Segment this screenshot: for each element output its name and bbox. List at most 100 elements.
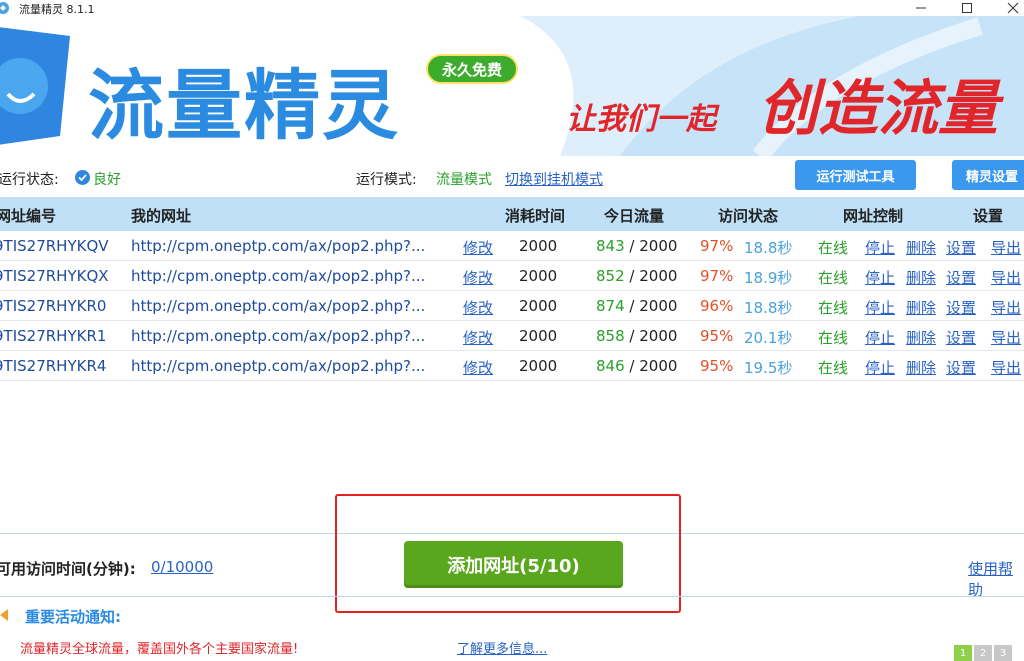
url-text: http://cpm.oneptp.com/ax/pop2.php?... (131, 267, 426, 285)
more-info-link[interactable]: 了解更多信息... (457, 638, 547, 657)
delete-link[interactable]: 删除 (906, 297, 936, 318)
switch-mode-link[interactable]: 切换到挂机模式 (505, 169, 603, 189)
export-link[interactable]: 导出 (991, 237, 1021, 258)
minimize-icon (916, 7, 926, 9)
edit-link[interactable]: 修改 (463, 357, 493, 378)
url-text: http://cpm.oneptp.com/ax/pop2.php?... (131, 297, 426, 315)
today-traffic: 874 / 2000 (596, 297, 677, 315)
today-total: / 2000 (629, 357, 678, 375)
stop-link[interactable]: 停止 (865, 327, 895, 348)
today-total: / 2000 (629, 327, 678, 345)
banner: 流量精灵 永久免费 让我们一起 创造流量 (0, 16, 1024, 156)
online-status: 在线 (818, 329, 849, 347)
run-mode-value: 流量模式 (436, 172, 492, 188)
settings-button[interactable]: 精灵设置 (952, 160, 1024, 190)
today-total: / 2000 (629, 297, 678, 315)
export-link[interactable]: 导出 (991, 267, 1021, 288)
col-header-id: 网址编号 (0, 207, 57, 225)
visit-time: 19.5秒 (744, 359, 793, 377)
cost-value: 2000 (519, 267, 558, 285)
today-used: 852 (596, 267, 625, 285)
today-traffic: 846 / 2000 (596, 357, 677, 375)
delete-link[interactable]: 删除 (906, 267, 936, 288)
cost-value: 2000 (519, 297, 558, 315)
today-used: 846 (596, 357, 625, 375)
settings-link[interactable]: 设置 (946, 297, 976, 318)
settings-link[interactable]: 设置 (946, 357, 976, 378)
today-traffic: 843 / 2000 (596, 237, 677, 255)
minimize-button[interactable] (898, 0, 944, 16)
visit-rate: 97% (700, 237, 734, 255)
stop-link[interactable]: 停止 (865, 357, 895, 378)
divider (0, 596, 1024, 597)
table-row: 9TIS27RHYKR0 http://cpm.oneptp.com/ax/po… (0, 291, 1024, 321)
notice-title: 重要活动通知: (25, 608, 121, 626)
maximize-icon (962, 3, 972, 13)
col-header-today: 今日流量 (604, 207, 665, 225)
edit-link[interactable]: 修改 (463, 297, 493, 318)
col-header-control: 网址控制 (843, 207, 904, 225)
url-text: http://cpm.oneptp.com/ax/pop2.php?... (131, 357, 426, 375)
settings-link[interactable]: 设置 (946, 267, 976, 288)
page-button[interactable]: 1 (954, 645, 972, 661)
stop-link[interactable]: 停止 (865, 267, 895, 288)
url-id: 9TIS27RHYKQV (0, 237, 109, 255)
col-header-visit: 访问状态 (718, 207, 779, 225)
notice-line: 流量精灵全球流量，覆盖国外各个主要国家流量! (20, 642, 299, 657)
visit-time: 18.9秒 (744, 269, 793, 287)
cost-value: 2000 (519, 327, 558, 345)
close-button[interactable] (990, 0, 1024, 16)
export-link[interactable]: 导出 (991, 357, 1021, 378)
url-id: 9TIS27RHYKR0 (0, 297, 107, 315)
stop-link[interactable]: 停止 (865, 237, 895, 258)
settings-link[interactable]: 设置 (946, 327, 976, 348)
today-traffic: 852 / 2000 (596, 267, 677, 285)
run-status-label: 运行状态: (0, 172, 59, 188)
status-bar: 运行状态: 良好 运行模式: 流量模式 切换到挂机模式 运行测试工具 精灵设置 (0, 160, 1024, 196)
table-row: 9TIS27RHYKQX http://cpm.oneptp.com/ax/po… (0, 261, 1024, 291)
visit-time: 18.8秒 (744, 239, 793, 257)
today-total: / 2000 (629, 237, 678, 255)
visit-rate: 95% (700, 327, 734, 345)
window-title: 流量精灵 8.1.1 (19, 3, 95, 16)
delete-link[interactable]: 删除 (906, 327, 936, 348)
url-id: 9TIS27RHYKR1 (0, 327, 107, 345)
maximize-button[interactable] (944, 0, 990, 16)
visit-time: 18.8秒 (744, 299, 793, 317)
col-header-cost: 消耗时间 (505, 207, 566, 225)
col-header-url: 我的网址 (131, 207, 192, 225)
table-row: 9TIS27RHYKQV http://cpm.oneptp.com/ax/po… (0, 231, 1024, 261)
page-button[interactable]: 2 (974, 645, 992, 661)
edit-link[interactable]: 修改 (463, 237, 493, 258)
test-tool-button[interactable]: 运行测试工具 (795, 160, 916, 190)
notice-pager: 1 2 3 (954, 645, 1012, 661)
delete-link[interactable]: 删除 (906, 357, 936, 378)
slogan-part-a: 让我们一起 (566, 102, 716, 137)
online-status: 在线 (818, 359, 849, 377)
url-text: http://cpm.oneptp.com/ax/pop2.php?... (131, 327, 426, 345)
cost-value: 2000 (519, 357, 558, 375)
page-button[interactable]: 3 (994, 645, 1012, 661)
title-bar: 流量精灵 8.1.1 (0, 0, 1024, 16)
slogan-part-b: 创造流量 (758, 74, 998, 144)
today-traffic: 858 / 2000 (596, 327, 677, 345)
stop-link[interactable]: 停止 (865, 297, 895, 318)
available-time-label: 可用访问时间(分钟): (0, 560, 136, 578)
table-header: 网址编号 我的网址 消耗时间 今日流量 访问状态 网址控制 设置 (0, 197, 1024, 231)
available-time-value[interactable]: 0/10000 (151, 558, 213, 576)
brand-title: 流量精灵 (88, 61, 400, 150)
export-link[interactable]: 导出 (991, 297, 1021, 318)
today-used: 843 (596, 237, 625, 255)
url-table: 9TIS27RHYKQV http://cpm.oneptp.com/ax/po… (0, 231, 1024, 381)
delete-link[interactable]: 删除 (906, 237, 936, 258)
export-link[interactable]: 导出 (991, 327, 1021, 348)
edit-link[interactable]: 修改 (463, 327, 493, 348)
help-link[interactable]: 使用帮助 (968, 558, 1024, 600)
free-badge: 永久免费 (426, 54, 518, 84)
col-header-settings: 设置 (973, 207, 1004, 225)
edit-link[interactable]: 修改 (463, 267, 493, 288)
check-icon (75, 170, 90, 185)
close-icon (1007, 2, 1019, 14)
settings-link[interactable]: 设置 (946, 237, 976, 258)
today-total: / 2000 (629, 267, 678, 285)
